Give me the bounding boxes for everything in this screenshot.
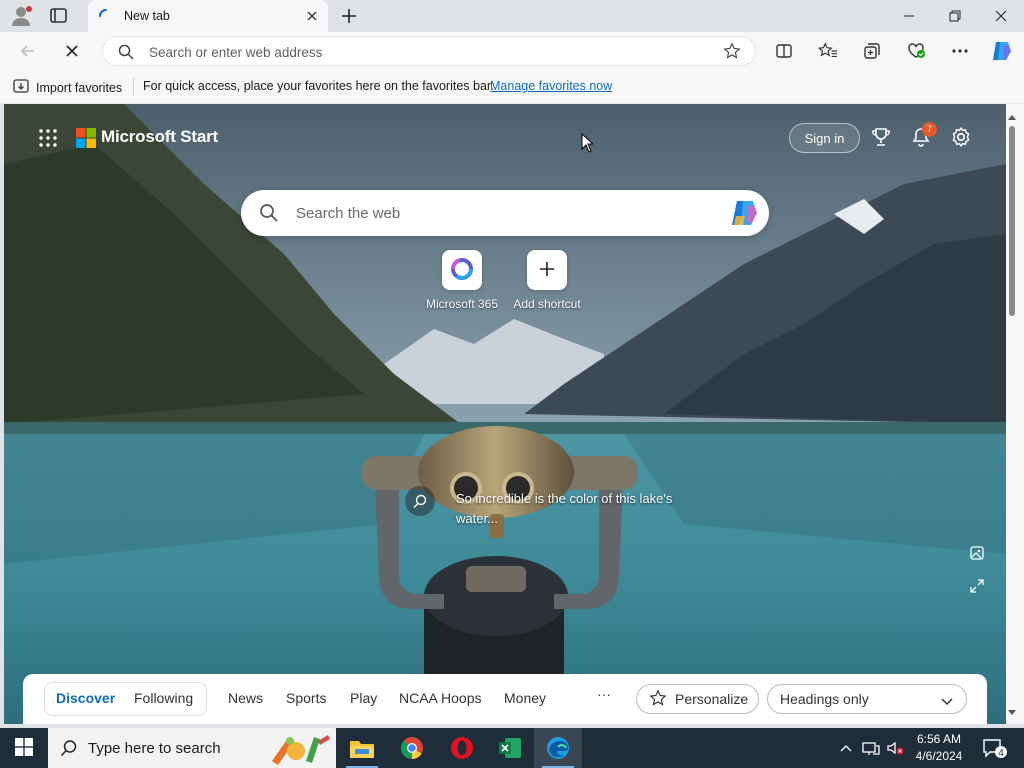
search-highlight-illustration-icon[interactable] [266,731,332,768]
favorites-bar: Import favorites For quick access, place… [0,70,1024,104]
image-details-icon[interactable] [969,545,985,564]
taskbar-search-placeholder: Type here to search [88,740,221,757]
layout-select[interactable]: Headings only [767,684,967,714]
opera-icon[interactable] [438,728,486,768]
category-play[interactable]: Play [350,690,377,706]
microsoft-logo-icon [76,128,96,148]
clock-time: 6:56 AM [916,732,962,746]
import-favorites-label: Import favorites [36,80,123,95]
notification-count: 4 [998,748,1004,759]
address-bar[interactable] [102,36,756,66]
windows-taskbar: Type here to search 6:56 AM 4/6/2024 4 [0,728,1024,768]
tab-actions-icon[interactable] [48,6,70,26]
app-launcher-icon[interactable] [38,128,58,148]
microsoft-365-icon [450,257,474,284]
system-clock[interactable]: 6:56 AM 4/6/2024 [906,731,972,765]
collections-icon[interactable] [858,38,886,64]
settings-gear-icon[interactable] [950,126,972,151]
microsoft-365-tile[interactable] [442,250,482,290]
copilot-icon[interactable] [988,38,1016,64]
page-scrollbar[interactable] [1006,104,1024,724]
excel-icon[interactable] [486,728,534,768]
more-options-icon[interactable] [946,38,974,64]
split-screen-icon[interactable] [770,38,798,64]
sign-in-button[interactable]: Sign in [789,123,860,153]
web-search-box[interactable] [241,190,769,236]
shortcut-label: Add shortcut [513,297,581,311]
add-shortcut-tile[interactable] [527,250,567,290]
category-ncaa-hoops[interactable]: NCAA Hoops [399,690,481,706]
stop-loading-button[interactable] [58,38,86,64]
shortcut-microsoft-365[interactable]: Microsoft 365 [417,250,507,311]
favorites-icon[interactable] [814,38,842,64]
back-button[interactable] [14,38,42,64]
browser-essentials-icon[interactable] [902,38,930,64]
loading-spinner-icon [98,8,114,24]
taskbar-search-box[interactable]: Type here to search [48,728,336,768]
shortcut-label: Microsoft 365 [425,297,499,311]
favorite-star-icon[interactable] [723,42,741,63]
search-icon [117,43,135,64]
category-news[interactable]: News [228,690,263,706]
clock-date: 4/6/2024 [915,749,963,763]
shortcut-add[interactable]: Add shortcut [502,250,592,311]
brand-name[interactable]: Microsoft Start [101,127,218,147]
favorites-divider [133,78,134,96]
new-tab-button[interactable] [338,5,360,27]
edge-icon[interactable] [534,728,582,768]
tab-discover[interactable]: Discover [56,690,115,706]
mouse-cursor-icon [581,132,595,156]
navigation-bar [0,32,1024,70]
favorites-bar-message: For quick access, place your favorites h… [143,79,494,93]
personalize-label: Personalize [675,691,749,707]
image-caption-text[interactable]: So incredible is the color of this lake'… [456,489,706,529]
scrollbar-thumb[interactable] [1009,126,1015,316]
plus-icon [538,260,556,281]
personalize-button[interactable]: Personalize [636,684,759,714]
rewards-trophy-icon[interactable] [870,126,892,151]
layout-select-value: Headings only [780,691,869,707]
category-money[interactable]: Money [504,690,546,706]
scroll-up-arrow-icon[interactable] [1007,109,1017,124]
import-icon [12,78,30,97]
tab-title: New tab [124,9,170,23]
chrome-icon[interactable] [388,728,436,768]
scroll-down-arrow-icon[interactable] [1007,705,1017,720]
minimize-button[interactable] [886,0,932,32]
notification-center-icon[interactable]: 4 [982,738,1008,763]
close-tab-icon[interactable] [304,8,320,24]
new-tab-page: Microsoft Start Sign in 7 Microsoft 365 [4,104,1006,724]
more-categories-button[interactable]: ··· [597,686,611,702]
file-explorer-icon[interactable] [338,728,386,768]
profile-icon[interactable] [10,5,34,27]
windows-logo-icon [15,737,33,759]
tab-following[interactable]: Following [134,690,193,706]
manage-favorites-link[interactable]: Manage favorites now [490,79,612,93]
close-window-button[interactable] [978,0,1024,32]
restore-button[interactable] [932,0,978,32]
search-icon [60,739,78,760]
web-search-input[interactable] [296,203,716,223]
personalize-star-icon [649,688,667,710]
chevron-down-icon [940,694,954,710]
profile-alert-dot [26,6,32,12]
tab-new-tab[interactable]: New tab [88,0,328,32]
show-hidden-icons-chevron-icon[interactable] [836,728,856,768]
import-favorites-button[interactable]: Import favorites [12,78,122,97]
category-sports[interactable]: Sports [286,690,326,706]
visual-search-icon[interactable] [405,486,435,516]
feed-navigation-bar: Discover Following News Sports Play NCAA… [23,674,987,724]
volume-muted-icon[interactable] [884,728,906,768]
search-icon [259,203,279,226]
title-bar: New tab [0,0,1024,32]
address-input[interactable] [149,43,709,61]
start-button[interactable] [0,728,48,768]
network-icon[interactable] [860,728,882,768]
copilot-icon[interactable] [729,198,761,231]
expand-icon[interactable] [969,578,985,597]
notification-badge: 7 [922,122,937,137]
